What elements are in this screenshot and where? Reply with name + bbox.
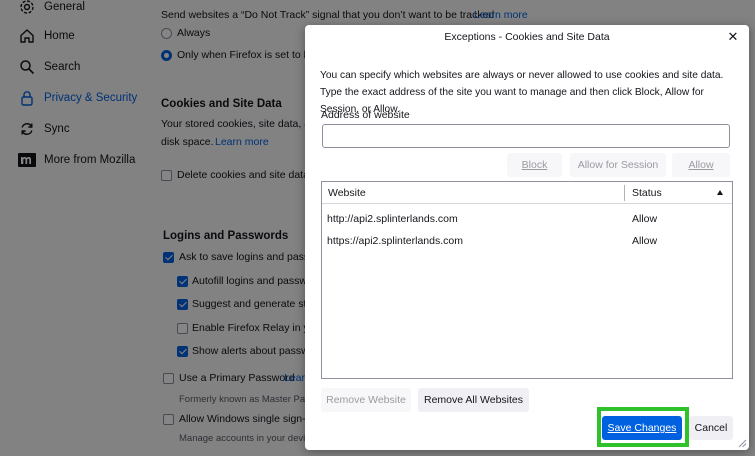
column-header-website[interactable]: Website [328,182,366,204]
block-button[interactable]: Block [507,153,562,177]
remove-website-button[interactable]: Remove Website [321,388,411,412]
address-label-text: Address of website [321,109,410,121]
close-icon[interactable]: ✕ [725,29,741,45]
table-row[interactable]: https://api2.splinterlands.com Allow [322,230,732,252]
row-website: http://api2.splinterlands.com [327,213,458,225]
table-row[interactable]: http://api2.splinterlands.com Allow [322,208,732,230]
remove-all-button-label: Remove All Websites [423,394,523,406]
allow-for-session-button[interactable]: Allow for Session [570,153,666,177]
column-header-status[interactable]: Status [632,182,662,204]
address-label: Address of website [321,109,410,121]
resize-grip-icon[interactable] [738,439,747,448]
allow-button[interactable]: Allow [672,153,730,177]
dialog-title: Exceptions - Cookies and Site Data [444,31,610,43]
save-changes-highlight [597,407,689,447]
remove-all-websites-button[interactable]: Remove All Websites [418,388,529,412]
cancel-button-label: Cancel [694,422,728,434]
remove-website-button-label: Remove Website [326,394,406,406]
address-input[interactable] [322,124,730,148]
block-button-label: Block [521,159,548,171]
column-divider[interactable] [624,185,625,201]
cancel-button[interactable]: Cancel [689,416,733,440]
websites-table[interactable]: Website Status http://api2.splinterlands… [321,181,733,379]
row-status: Allow [632,213,658,225]
allow-session-button-label: Allow for Session [577,159,659,171]
row-status: Allow [632,235,658,247]
exceptions-dialog: Exceptions - Cookies and Site Data ✕ You… [305,25,749,450]
allow-button-label: Allow [688,159,714,171]
table-header: Website Status [322,182,732,204]
row-website: https://api2.splinterlands.com [327,235,463,247]
sort-ascending-icon [717,190,723,195]
